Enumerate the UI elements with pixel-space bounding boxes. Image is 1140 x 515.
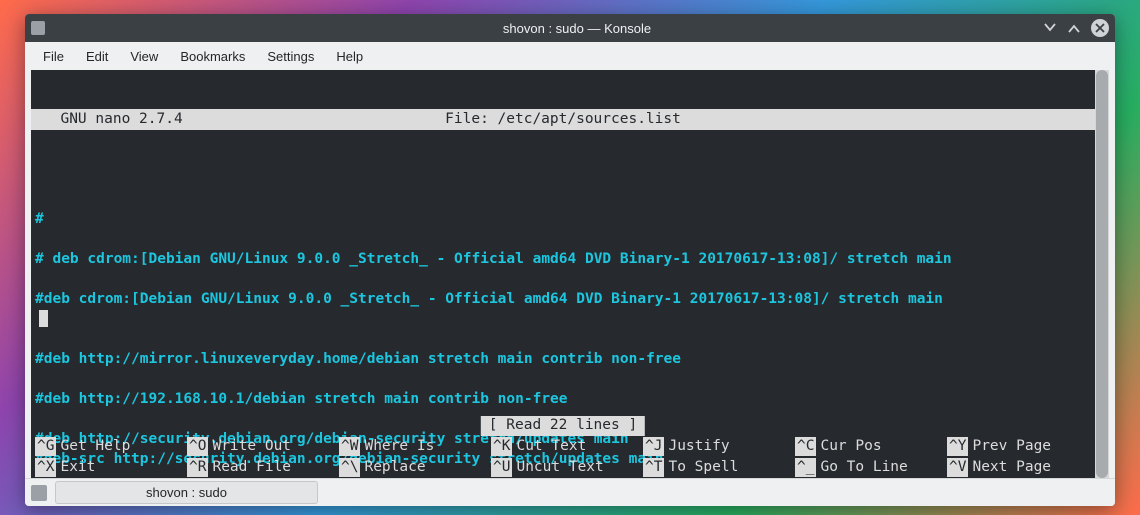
titlebar[interactable]: shovon : sudo — Konsole xyxy=(25,14,1115,42)
nano-shortcut: ^_Go To Line xyxy=(791,457,943,478)
tab-session[interactable]: shovon : sudo xyxy=(55,481,318,504)
window-title: shovon : sudo — Konsole xyxy=(111,21,1043,36)
nano-shortcut-label: Get Help xyxy=(60,437,130,457)
nano-shortcut: ^WWhere Is xyxy=(335,436,487,457)
nano-shortcut: ^\Replace xyxy=(335,457,487,478)
menu-file[interactable]: File xyxy=(33,45,74,68)
nano-shortcut: ^GGet Help xyxy=(31,436,183,457)
nano-shortcut-label: Cur Pos xyxy=(820,437,881,457)
nano-shortcut: ^TTo Spell xyxy=(639,457,791,478)
nano-shortcut-key: ^O xyxy=(187,437,208,457)
nano-shortcut: ^OWrite Out xyxy=(183,436,335,457)
nano-shortcut-label: Uncut Text xyxy=(516,458,603,478)
nano-shortcut-key: ^\ xyxy=(339,458,360,478)
menu-bookmarks[interactable]: Bookmarks xyxy=(170,45,255,68)
nano-footer: ^GGet Help^OWrite Out^WWhere Is^KCut Tex… xyxy=(31,436,1095,478)
menu-edit[interactable]: Edit xyxy=(76,45,118,68)
nano-shortcut-key: ^_ xyxy=(795,458,816,478)
menu-settings[interactable]: Settings xyxy=(257,45,324,68)
nano-shortcut-key: ^X xyxy=(35,458,56,478)
editor-line: # deb cdrom:[Debian GNU/Linux 9.0.0 _Str… xyxy=(31,250,1095,270)
nano-shortcut-label: Prev Page xyxy=(972,437,1051,457)
new-tab-icon[interactable] xyxy=(31,485,47,501)
editor-line: #deb http://mirror.linuxeveryday.home/de… xyxy=(31,350,1095,370)
nano-shortcut-key: ^R xyxy=(187,458,208,478)
nano-status: [ Read 22 lines ] xyxy=(481,416,645,436)
editor-line xyxy=(31,310,1095,330)
editor-line xyxy=(31,330,1095,350)
cursor xyxy=(39,310,48,327)
nano-shortcut: ^CCur Pos xyxy=(791,436,943,457)
nano-shortcut-label: Read File xyxy=(212,458,291,478)
minimize-button[interactable] xyxy=(1043,21,1057,35)
nano-shortcut-key: ^K xyxy=(491,437,512,457)
nano-shortcut: ^XExit xyxy=(31,457,183,478)
scrollbar[interactable] xyxy=(1095,70,1109,478)
nano-shortcut-label: Go To Line xyxy=(820,458,907,478)
menubar: File Edit View Bookmarks Settings Help xyxy=(25,42,1115,70)
nano-shortcut: ^VNext Page xyxy=(943,457,1095,478)
nano-version: GNU nano 2.7.4 xyxy=(31,110,183,130)
nano-shortcut-key: ^U xyxy=(491,458,512,478)
tabbar: shovon : sudo xyxy=(25,478,1115,506)
nano-shortcut-key: ^T xyxy=(643,458,664,478)
app-menu-icon[interactable] xyxy=(31,21,45,35)
editor-line xyxy=(31,370,1095,390)
terminal-area[interactable]: GNU nano 2.7.4 File: /etc/apt/sources.li… xyxy=(31,70,1095,478)
nano-shortcut-label: Cut Text xyxy=(516,437,586,457)
nano-shortcut-label: Justify xyxy=(668,437,729,457)
konsole-window: shovon : sudo — Konsole File Edit View B… xyxy=(25,14,1115,506)
editor-line: #deb http://192.168.10.1/debian stretch … xyxy=(31,390,1095,410)
editor-line xyxy=(31,270,1095,290)
nano-shortcut: ^UUncut Text xyxy=(487,457,639,478)
nano-shortcut: ^JJustify xyxy=(639,436,791,457)
nano-shortcut-key: ^C xyxy=(795,437,816,457)
scrollbar-thumb[interactable] xyxy=(1096,70,1108,478)
nano-shortcut-label: Where Is xyxy=(364,437,434,457)
nano-shortcut-label: To Spell xyxy=(668,458,738,478)
nano-shortcut-label: Next Page xyxy=(972,458,1051,478)
nano-shortcut-key: ^V xyxy=(947,458,968,478)
nano-shortcut: ^KCut Text xyxy=(487,436,639,457)
nano-shortcut-label: Replace xyxy=(364,458,425,478)
editor-line: #deb cdrom:[Debian GNU/Linux 9.0.0 _Stre… xyxy=(31,290,1095,310)
nano-shortcut: ^RRead File xyxy=(183,457,335,478)
nano-shortcut-key: ^Y xyxy=(947,437,968,457)
nano-shortcut-label: Exit xyxy=(60,458,95,478)
nano-shortcut: ^YPrev Page xyxy=(943,436,1095,457)
menu-help[interactable]: Help xyxy=(326,45,373,68)
nano-shortcut-key: ^J xyxy=(643,437,664,457)
editor-line xyxy=(31,230,1095,250)
close-button[interactable] xyxy=(1091,19,1109,37)
nano-shortcut-key: ^G xyxy=(35,437,56,457)
nano-file: File: /etc/apt/sources.list xyxy=(445,110,681,130)
editor-line: # xyxy=(31,210,1095,230)
menu-view[interactable]: View xyxy=(120,45,168,68)
nano-shortcut-label: Write Out xyxy=(212,437,291,457)
maximize-button[interactable] xyxy=(1067,21,1081,35)
nano-header: GNU nano 2.7.4 File: /etc/apt/sources.li… xyxy=(31,109,1095,130)
nano-shortcut-key: ^W xyxy=(339,437,360,457)
